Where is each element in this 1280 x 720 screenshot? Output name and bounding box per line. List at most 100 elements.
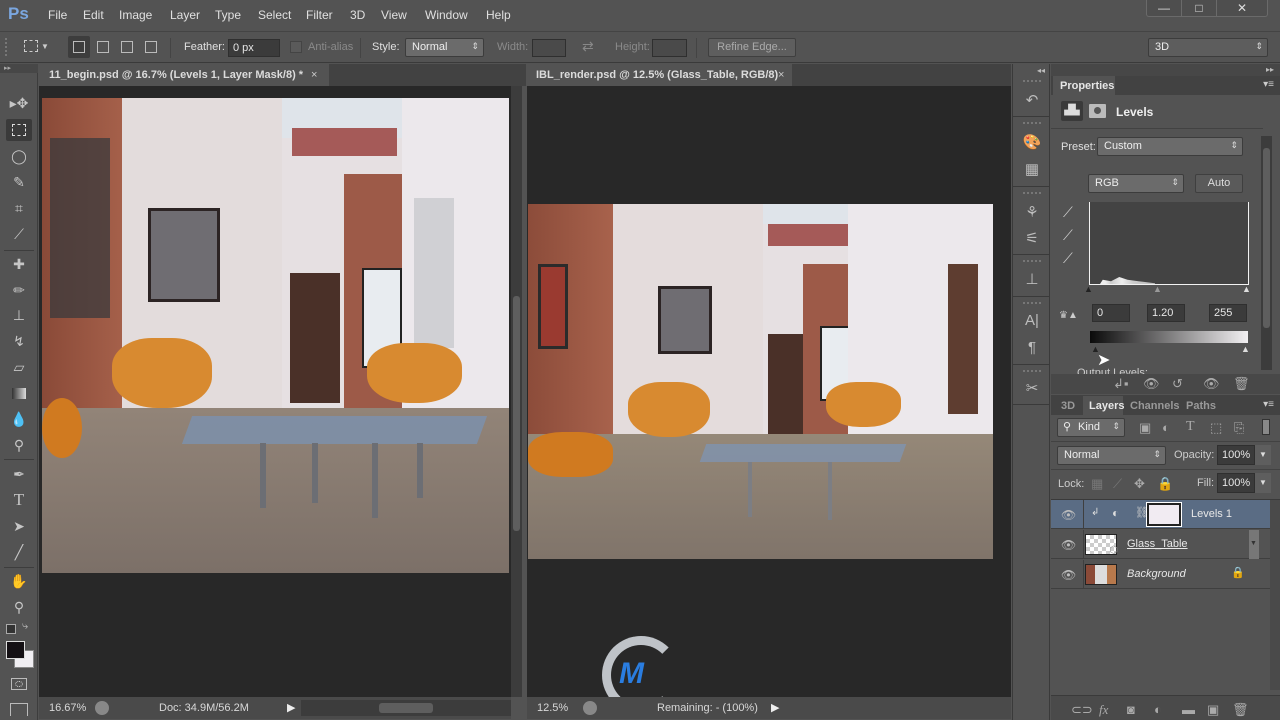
pen-tool-icon[interactable]: ✒: [6, 463, 32, 485]
menu-image[interactable]: Image: [119, 8, 152, 22]
blur-tool-icon[interactable]: 💧: [6, 408, 32, 430]
spot-healing-tool-icon[interactable]: ✚: [6, 253, 32, 275]
horizontal-scrollbar-left[interactable]: [301, 700, 511, 716]
add-mask-icon[interactable]: ◙: [1127, 702, 1135, 717]
maximize-button[interactable]: □: [1182, 0, 1217, 16]
quick-selection-tool-icon[interactable]: ✎: [6, 171, 32, 193]
zoom-level[interactable]: 12.5%: [537, 702, 568, 714]
opacity-input[interactable]: 100%: [1217, 445, 1255, 465]
layer-row-levels-1[interactable]: 👁 ↲ ◐ ⛓ Levels 1: [1051, 500, 1270, 529]
opacity-dropdown-icon[interactable]: ▼: [1255, 445, 1271, 465]
style-select[interactable]: Normal: [405, 38, 484, 57]
screen-mode-icon[interactable]: [10, 703, 28, 716]
input-black-field[interactable]: 0: [1092, 304, 1130, 322]
grip[interactable]: [1023, 370, 1041, 372]
menu-help[interactable]: Help: [486, 8, 511, 22]
subtract-selection-icon[interactable]: [121, 41, 133, 53]
input-white-slider[interactable]: ▲: [1242, 284, 1251, 294]
layer-row-background[interactable]: 👁 Background 🔒: [1051, 560, 1270, 589]
close-tab-icon[interactable]: ×: [778, 64, 784, 86]
input-white-field[interactable]: 255: [1209, 304, 1247, 322]
height-input[interactable]: [652, 39, 687, 57]
tool-preset-dropdown-icon[interactable]: ▼: [41, 42, 49, 51]
history-brush-tool-icon[interactable]: ↯: [6, 330, 32, 352]
filter-shape-icon[interactable]: ⬚: [1210, 420, 1222, 436]
filter-type-icon[interactable]: T: [1186, 419, 1195, 435]
tab-properties[interactable]: Properties: [1053, 76, 1115, 95]
filter-pixel-icon[interactable]: ▣: [1139, 420, 1151, 436]
link-layers-icon[interactable]: ⊂⊃: [1071, 702, 1093, 718]
layer-name[interactable]: Glass_Table: [1127, 538, 1188, 550]
type-tool-icon[interactable]: T: [6, 489, 32, 511]
menu-window[interactable]: Window: [425, 8, 468, 22]
menu-view[interactable]: View: [381, 8, 407, 22]
layer-name[interactable]: Background: [1127, 568, 1186, 580]
auto-button[interactable]: Auto: [1195, 174, 1243, 193]
marquee-tool-icon[interactable]: [24, 40, 38, 52]
delete-layer-icon[interactable]: 🗑: [1232, 702, 1249, 718]
swap-colors-icon[interactable]: ⤷: [22, 620, 28, 633]
status-info-icon[interactable]: [95, 701, 109, 715]
toggle-visibility-icon[interactable]: 👁: [1203, 376, 1220, 392]
fill-input[interactable]: 100%: [1217, 473, 1255, 493]
layers-scrollbar[interactable]: [1270, 500, 1280, 690]
eraser-tool-icon[interactable]: ▱: [6, 356, 32, 378]
expand-panels-icon[interactable]: ◂◂: [1037, 66, 1045, 75]
tab-11-begin[interactable]: 11_begin.psd @ 16.7% (Levels 1, Layer Ma…: [39, 64, 329, 86]
new-selection-button[interactable]: [68, 36, 90, 58]
paragraph-panel-icon[interactable]: ¶: [1021, 337, 1043, 357]
quick-mask-icon[interactable]: [11, 678, 27, 690]
input-black-slider[interactable]: ▲: [1084, 284, 1093, 294]
close-button[interactable]: ✕: [1217, 0, 1267, 16]
panel-menu-icon[interactable]: ▾≡: [1263, 399, 1274, 410]
swatches-panel-icon[interactable]: 🎨: [1021, 132, 1043, 152]
lock-all-icon[interactable]: 🔒: [1157, 476, 1173, 492]
menu-type[interactable]: Type: [215, 8, 241, 22]
eyedropper-tool-icon[interactable]: ⟋: [6, 223, 32, 245]
vertical-scrollbar-left[interactable]: [511, 86, 522, 697]
lock-pixels-icon[interactable]: ⟋: [1113, 476, 1122, 492]
tab-ibl-render[interactable]: IBL_render.psd @ 12.5% (Glass_Table, RGB…: [526, 64, 792, 86]
lock-transparency-icon[interactable]: ▦: [1091, 476, 1103, 492]
properties-scrollbar[interactable]: [1261, 136, 1272, 370]
options-grip[interactable]: [5, 38, 9, 56]
add-to-selection-icon[interactable]: [97, 41, 109, 53]
output-white-slider[interactable]: ▲: [1241, 344, 1250, 354]
black-point-eyedropper-icon[interactable]: ⟋: [1063, 204, 1073, 221]
tab-paths[interactable]: Paths: [1186, 400, 1216, 412]
view-previous-icon[interactable]: 👁: [1143, 376, 1160, 392]
expand-panel-icon[interactable]: ▸▸: [1266, 65, 1274, 74]
grip[interactable]: [1023, 302, 1041, 304]
crop-tool-icon[interactable]: ⌗: [6, 197, 32, 219]
fill-dropdown-icon[interactable]: ▼: [1255, 473, 1271, 493]
filter-adjustment-icon[interactable]: ◐: [1162, 420, 1170, 435]
filter-kind-select[interactable]: ⚲ Kind: [1057, 418, 1125, 437]
width-input[interactable]: [532, 39, 566, 57]
scrollbar-thumb[interactable]: [513, 296, 520, 531]
filter-smart-object-icon[interactable]: ⎘: [1234, 420, 1244, 436]
menu-edit[interactable]: Edit: [83, 8, 104, 22]
tool-presets-panel-icon[interactable]: ✂: [1021, 378, 1043, 398]
close-tab-icon[interactable]: ×: [311, 64, 317, 86]
menu-select[interactable]: Select: [258, 8, 291, 22]
styles-panel-icon[interactable]: ▦: [1021, 159, 1043, 179]
status-menu-arrow-icon[interactable]: ▶: [771, 701, 779, 714]
grip[interactable]: [1023, 122, 1041, 124]
grip[interactable]: [1023, 192, 1041, 194]
collapse-tools-icon[interactable]: ▸▸: [0, 64, 38, 73]
grip[interactable]: [1023, 260, 1041, 262]
canvas-right[interactable]: M: [527, 86, 1011, 714]
menu-file[interactable]: File: [48, 8, 67, 22]
path-selection-tool-icon[interactable]: ➤: [6, 515, 32, 537]
menu-filter[interactable]: Filter: [306, 8, 333, 22]
rectangular-marquee-tool-icon[interactable]: [6, 119, 32, 141]
dodge-tool-icon[interactable]: ⚲: [6, 434, 32, 456]
clone-source-panel-icon[interactable]: ⊥: [1021, 269, 1043, 289]
clip-to-layer-icon[interactable]: ↲▪: [1113, 376, 1129, 392]
layer-mask-thumbnail[interactable]: [1146, 502, 1182, 527]
visibility-eye-icon[interactable]: 👁: [1061, 509, 1076, 521]
intersect-selection-icon[interactable]: [145, 41, 157, 53]
workspace-select[interactable]: 3D: [1148, 38, 1268, 57]
lasso-tool-icon[interactable]: ◯: [6, 145, 32, 167]
character-panel-icon[interactable]: A|: [1021, 310, 1043, 330]
